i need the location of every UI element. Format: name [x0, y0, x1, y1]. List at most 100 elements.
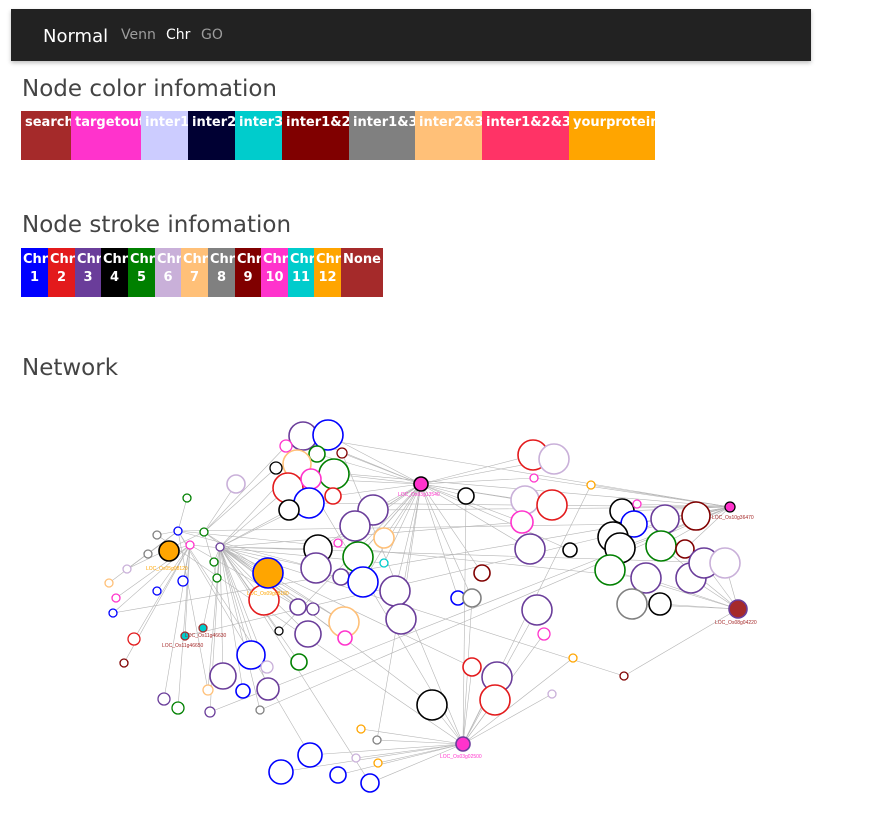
- network-node[interactable]: [212, 573, 222, 583]
- network-node[interactable]: [514, 533, 546, 565]
- network-node[interactable]: [347, 566, 379, 598]
- network-node[interactable]: [226, 474, 246, 494]
- network-node[interactable]: [235, 683, 251, 699]
- network-node[interactable]: [462, 588, 482, 608]
- network-node[interactable]: [547, 689, 557, 699]
- network-node[interactable]: [416, 689, 448, 721]
- network-node[interactable]: [171, 701, 185, 715]
- network-node[interactable]: [252, 557, 284, 589]
- network-node[interactable]: [594, 554, 626, 586]
- network-node[interactable]: [645, 530, 677, 562]
- network-node[interactable]: [529, 473, 539, 483]
- network-node[interactable]: [108, 608, 118, 618]
- network-node[interactable]: [297, 742, 323, 768]
- network-node[interactable]: [152, 530, 162, 540]
- network-node[interactable]: [724, 501, 736, 513]
- network-node[interactable]: [202, 684, 214, 696]
- network-node[interactable]: [336, 447, 348, 459]
- network-node[interactable]: [728, 599, 748, 619]
- network-node[interactable]: [289, 598, 307, 616]
- network-node[interactable]: [127, 632, 141, 646]
- network-node[interactable]: [278, 499, 300, 521]
- network-node[interactable]: [111, 593, 121, 603]
- network-node[interactable]: [510, 485, 540, 515]
- network-node[interactable]: [308, 445, 326, 463]
- network-node[interactable]: [122, 564, 132, 574]
- network-node[interactable]: [538, 443, 570, 475]
- network-node[interactable]: [294, 620, 322, 648]
- network-node[interactable]: [339, 510, 371, 542]
- network-node[interactable]: [215, 542, 225, 552]
- network-node[interactable]: [185, 540, 195, 550]
- network-node[interactable]: [373, 527, 395, 549]
- network-node[interactable]: [255, 705, 265, 715]
- network-node[interactable]: [274, 626, 284, 636]
- network-node[interactable]: [479, 684, 511, 716]
- network-node[interactable]: [209, 662, 237, 690]
- network-node[interactable]: [562, 542, 578, 558]
- network-node[interactable]: [337, 630, 353, 646]
- network-node[interactable]: [268, 759, 294, 785]
- network-node[interactable]: [300, 552, 332, 584]
- nav-link-chr[interactable]: Chr: [166, 27, 190, 43]
- network-node[interactable]: [152, 586, 162, 596]
- network-node[interactable]: [204, 706, 216, 718]
- network-node[interactable]: [473, 564, 491, 582]
- network-node[interactable]: [360, 773, 380, 793]
- network-node[interactable]: [260, 660, 274, 674]
- network-node[interactable]: [462, 657, 482, 677]
- network-nodes[interactable]: [104, 419, 748, 793]
- network-node[interactable]: [177, 575, 189, 587]
- network-node[interactable]: [379, 575, 411, 607]
- network-node[interactable]: [681, 501, 711, 531]
- brand-link[interactable]: Normal: [43, 26, 108, 47]
- network-node[interactable]: [209, 557, 219, 567]
- network-node[interactable]: [279, 439, 293, 453]
- network-node[interactable]: [457, 487, 475, 505]
- network-node[interactable]: [648, 592, 672, 616]
- network-node[interactable]: [329, 766, 347, 784]
- network-node[interactable]: [373, 758, 383, 768]
- network-node[interactable]: [379, 558, 389, 568]
- network-node[interactable]: [173, 526, 183, 536]
- network-node[interactable]: [537, 627, 551, 641]
- network-node[interactable]: [650, 504, 680, 534]
- network-node[interactable]: [119, 658, 129, 668]
- network-node[interactable]: [351, 753, 361, 763]
- network-node[interactable]: [269, 461, 283, 475]
- network-node[interactable]: [510, 510, 534, 534]
- nav-link-go[interactable]: GO: [201, 27, 223, 43]
- network-node[interactable]: [324, 487, 342, 505]
- network-node[interactable]: [619, 671, 629, 681]
- network-node[interactable]: [413, 476, 429, 492]
- network-node[interactable]: [536, 489, 568, 521]
- network-node[interactable]: [709, 547, 741, 579]
- network-node[interactable]: [630, 562, 662, 594]
- network-node[interactable]: [290, 653, 308, 671]
- network-node[interactable]: [300, 468, 322, 490]
- network-node[interactable]: [158, 540, 180, 562]
- network-node[interactable]: [182, 493, 192, 503]
- network-node[interactable]: [199, 527, 209, 537]
- network-node[interactable]: [306, 602, 320, 616]
- network-node[interactable]: [568, 653, 578, 663]
- network-node[interactable]: [256, 677, 280, 701]
- network-node[interactable]: [143, 549, 153, 559]
- network-node[interactable]: [157, 692, 171, 706]
- nav-link-venn[interactable]: Venn: [121, 27, 156, 43]
- network-node[interactable]: [318, 458, 350, 490]
- network-node[interactable]: [248, 584, 280, 616]
- network-node[interactable]: [616, 588, 648, 620]
- network-graph[interactable]: LOC_Os03g13540 LOC_Os10g36470 LOC_Os08g0…: [0, 395, 869, 836]
- network-node[interactable]: [332, 568, 350, 586]
- network-node[interactable]: [521, 594, 553, 626]
- network-node[interactable]: [333, 538, 343, 548]
- network-node[interactable]: [372, 735, 382, 745]
- network-node[interactable]: [385, 603, 417, 635]
- network-node[interactable]: [586, 480, 596, 490]
- network-node[interactable]: [104, 578, 114, 588]
- network-node[interactable]: [632, 499, 642, 509]
- network-node[interactable]: [356, 724, 366, 734]
- network-node[interactable]: [455, 736, 471, 752]
- network-node[interactable]: [198, 623, 208, 633]
